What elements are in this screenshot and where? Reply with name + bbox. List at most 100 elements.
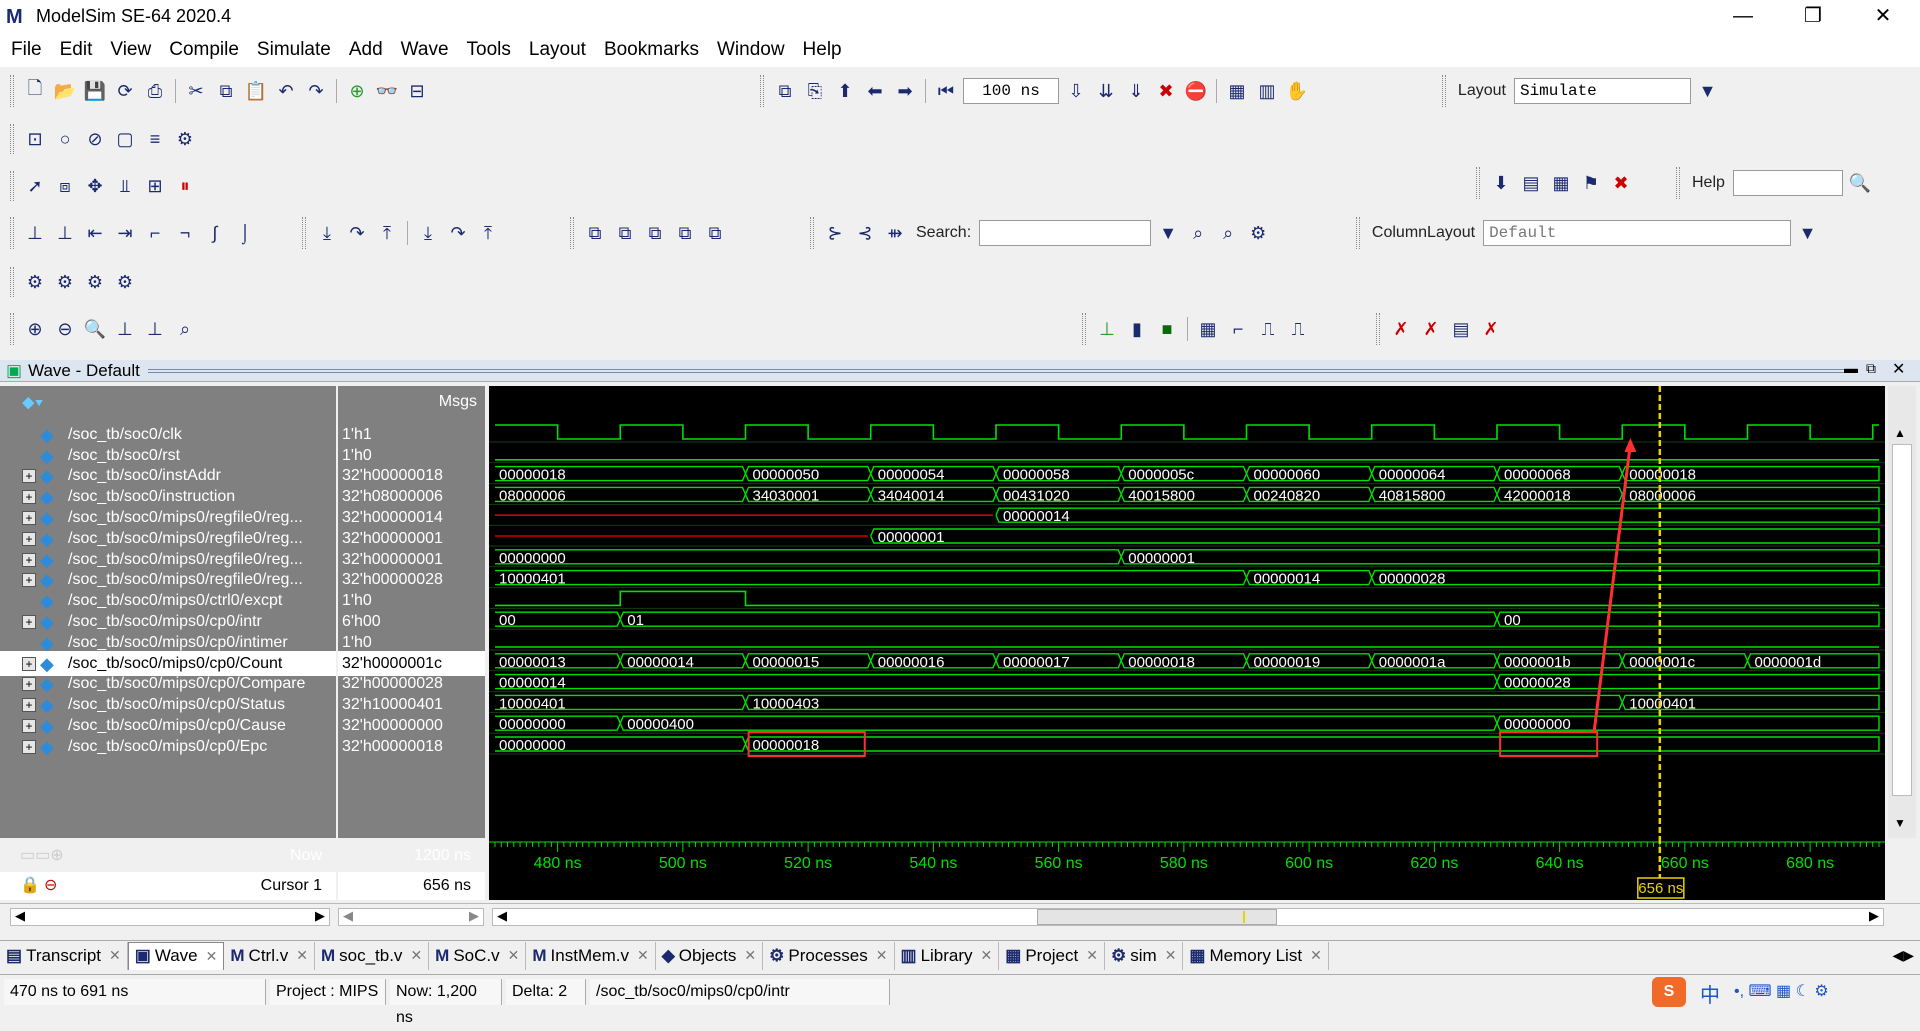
- expand-icon[interactable]: +: [22, 490, 36, 505]
- memory-profile-icon[interactable]: ▥: [1254, 78, 1280, 104]
- wave-hscrollbar[interactable]: ◀ ▶: [492, 908, 1884, 926]
- open-folder-icon[interactable]: 📂: [52, 78, 78, 104]
- print-icon[interactable]: ⎙: [142, 78, 168, 104]
- find-falling-edge-icon[interactable]: ⌐: [142, 220, 168, 246]
- menu-file[interactable]: File: [2, 39, 51, 61]
- compare-add-icon[interactable]: ⧉: [582, 220, 608, 246]
- close-tab-icon[interactable]: ✕: [637, 947, 649, 964]
- chevron-down-icon[interactable]: ▼: [1155, 220, 1181, 246]
- wave-scroll-thumb[interactable]: [1037, 909, 1277, 925]
- run-length-input[interactable]: 100 ns: [963, 78, 1059, 104]
- trace-unknown-icon[interactable]: ⇻: [882, 220, 908, 246]
- wave-rise-icon[interactable]: ⎍: [1255, 316, 1281, 342]
- expand-icon[interactable]: +: [22, 531, 36, 546]
- bookmark-add-icon[interactable]: ⬇: [1488, 170, 1514, 196]
- stop-icon[interactable]: ⛔: [1183, 78, 1209, 104]
- time-ruler[interactable]: 480 ns 500 ns 520 ns 540 ns 560 ns 580 ns 600 …: [489, 838, 1885, 900]
- find-first-edge-icon[interactable]: ⊥: [22, 220, 48, 246]
- vertical-scrollbar[interactable]: ▲ ▼: [1888, 386, 1916, 838]
- restore-button[interactable]: ❐: [1780, 0, 1846, 33]
- menu-window[interactable]: Window: [708, 39, 794, 61]
- close-tab-icon[interactable]: ✕: [508, 947, 520, 964]
- zoom-mode-icon[interactable]: ⧈: [52, 173, 78, 199]
- tab-memory-list[interactable]: ▦ Memory List ✕: [1183, 941, 1329, 970]
- find-any-edge-icon[interactable]: ∫: [202, 220, 228, 246]
- scroll-left-arrow-icon[interactable]: ◀: [497, 908, 507, 924]
- close-tab-icon[interactable]: ✕: [296, 947, 308, 964]
- tab-project[interactable]: ▦ Project ✕: [999, 941, 1105, 970]
- new-file-icon[interactable]: 🗋: [22, 78, 48, 104]
- help-search-icon[interactable]: 🔍: [1847, 170, 1873, 196]
- redo-icon[interactable]: ↷: [303, 78, 329, 104]
- help-search-input[interactable]: [1732, 170, 1843, 196]
- ime-language-indicator[interactable]: 中: [1700, 979, 1720, 1008]
- tab-soc-tb-v[interactable]: Msoc_tb.v ✕: [315, 941, 430, 970]
- select-mode-icon[interactable]: ➚: [22, 173, 48, 199]
- save-icon[interactable]: 💾: [82, 78, 108, 104]
- dataflow-icon[interactable]: ⊞: [142, 173, 168, 199]
- insert-cursor-icon[interactable]: ⊥: [1094, 316, 1120, 342]
- values-hscrollbar[interactable]: ◀ ▶: [338, 908, 484, 926]
- bookmark-delete-icon[interactable]: ✖: [1608, 170, 1634, 196]
- column-layout-select[interactable]: Default: [1483, 220, 1792, 246]
- close-tab-icon[interactable]: ✕: [206, 948, 218, 965]
- vertical-scroll-thumb[interactable]: [1892, 444, 1912, 796]
- expand-icon[interactable]: +: [22, 719, 36, 734]
- expand-icon[interactable]: +: [22, 511, 36, 526]
- undo-icon[interactable]: ↶: [273, 78, 299, 104]
- expand-icon[interactable]: +: [22, 615, 36, 630]
- undock-pane-icon[interactable]: ⧉: [1866, 360, 1876, 377]
- output-filter-icon[interactable]: ○: [52, 126, 78, 152]
- menu-add[interactable]: Add: [340, 39, 392, 61]
- menu-tools[interactable]: Tools: [458, 39, 520, 61]
- trace-input-icon[interactable]: ⊱: [822, 220, 848, 246]
- tab-transcript[interactable]: ▤ Transcript ✕: [0, 941, 128, 970]
- hand-icon[interactable]: ✋: [1284, 78, 1310, 104]
- zoom-full-icon[interactable]: 🔍: [82, 316, 108, 342]
- tab-wave[interactable]: ▣ Wave ✕: [127, 941, 225, 970]
- step-over-icon[interactable]: ↷: [344, 220, 370, 246]
- pan-mode-icon[interactable]: ✥: [82, 173, 108, 199]
- copy-icon[interactable]: ⧉: [213, 78, 239, 104]
- tab-instmem-v[interactable]: M InstMem.v ✕: [526, 941, 656, 970]
- close-tab-icon[interactable]: ✕: [744, 947, 756, 964]
- remove-cursor-icon[interactable]: ✗: [1388, 316, 1414, 342]
- menu-help[interactable]: Help: [794, 39, 851, 61]
- signal-value-row[interactable]: 32'h00000018: [338, 734, 485, 760]
- run-icon[interactable]: ⇩: [1063, 78, 1089, 104]
- waveform-canvas[interactable]: 00000018 00000050 00000054 00000058 0000005c…: [489, 386, 1885, 838]
- step-over-dropdown-icon[interactable]: ↷: [445, 220, 471, 246]
- menu-compile[interactable]: Compile: [160, 39, 248, 61]
- menu-view[interactable]: View: [101, 39, 160, 61]
- wave-fall-icon[interactable]: ⎍: [1285, 316, 1311, 342]
- filter-settings-icon[interactable]: ⚙: [172, 126, 198, 152]
- menu-edit[interactable]: Edit: [51, 39, 102, 61]
- bookmark-edit-icon[interactable]: ▤: [1518, 170, 1544, 196]
- cursor-style-icon[interactable]: ▮: [1124, 316, 1150, 342]
- zoom-last-icon[interactable]: ⊥: [142, 316, 168, 342]
- compare-reload-icon[interactable]: ⧉: [702, 220, 728, 246]
- scroll-down-arrow-icon[interactable]: ▼: [1894, 816, 1906, 830]
- step-into-icon[interactable]: ⤓: [314, 220, 340, 246]
- compare-options-icon[interactable]: ⧉: [612, 220, 638, 246]
- expand-icon[interactable]: +: [22, 698, 36, 713]
- close-tab-icon[interactable]: ✕: [1310, 947, 1322, 964]
- find-left-edge-icon[interactable]: ⇤: [82, 220, 108, 246]
- inout-filter-icon[interactable]: ⊘: [82, 126, 108, 152]
- chevron-down-icon[interactable]: ▼: [1695, 78, 1720, 104]
- menu-wave[interactable]: Wave: [392, 39, 458, 61]
- cursor-delete-icon[interactable]: ⊖: [44, 872, 57, 900]
- close-tab-icon[interactable]: ✕: [1165, 947, 1177, 964]
- continue-run-icon[interactable]: ⇊: [1093, 78, 1119, 104]
- performance-icon[interactable]: ▦: [1224, 78, 1250, 104]
- scroll-right-arrow-icon[interactable]: ▶: [469, 908, 479, 924]
- expand-icon[interactable]: +: [22, 739, 36, 754]
- minimize-pane-icon[interactable]: ▬: [1844, 360, 1858, 376]
- find-right-edge-icon[interactable]: ⇥: [112, 220, 138, 246]
- ime-tools-icon[interactable]: •, ⌨ ▦ ☾ ⚙: [1734, 981, 1829, 1001]
- bookmark-list-icon[interactable]: ▦: [1548, 170, 1574, 196]
- layout-select[interactable]: Simulate: [1513, 78, 1692, 104]
- up-arrow-icon[interactable]: ⬆: [832, 78, 858, 104]
- expand-icon[interactable]: +: [22, 469, 36, 484]
- environment-icon[interactable]: ⧉: [772, 78, 798, 104]
